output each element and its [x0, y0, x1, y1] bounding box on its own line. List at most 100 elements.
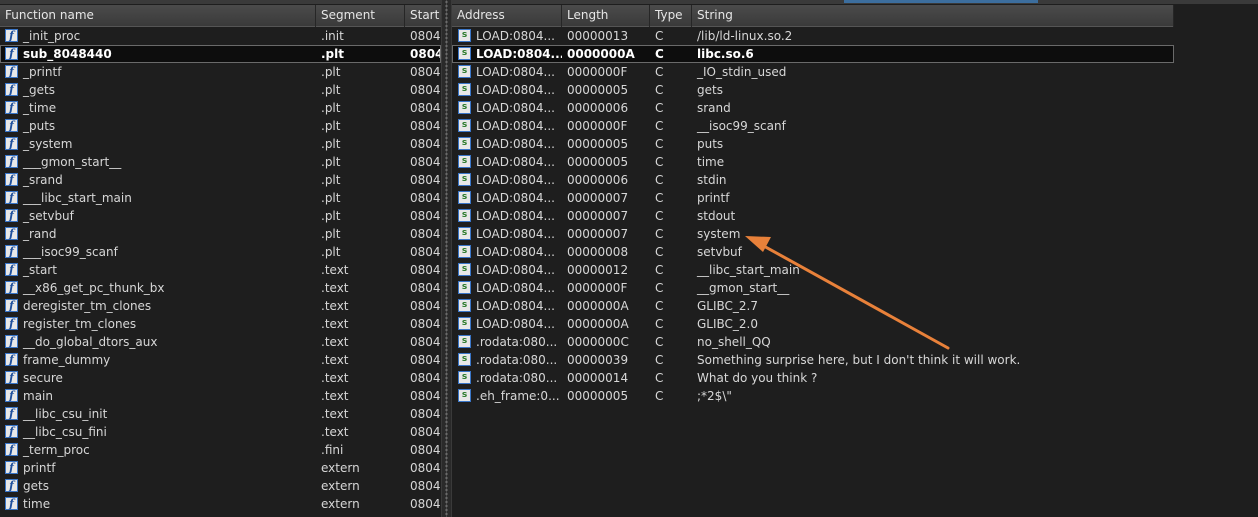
function-name-cell[interactable]: f ___libc_start_main [0, 189, 316, 207]
function-name-cell[interactable]: f _setvbuf [0, 207, 316, 225]
string-row[interactable]: s LOAD:0804... 00000006 Cstdin [452, 171, 1174, 189]
address-cell[interactable]: s LOAD:0804... [452, 135, 562, 153]
string-row[interactable]: s LOAD:0804... 00000007 Csystem [452, 225, 1174, 243]
function-row[interactable]: f __libc_csu_init .text 08048 [0, 405, 441, 423]
string-row[interactable]: s .rodata:080... 0000000C Cno_shell_QQ [452, 333, 1174, 351]
function-row[interactable]: f _rand .plt 08048 [0, 225, 441, 243]
address-cell[interactable]: s LOAD:0804... [452, 171, 562, 189]
address-cell[interactable]: s LOAD:0804... [452, 279, 562, 297]
string-row[interactable]: s LOAD:0804... 00000005 Cputs [452, 135, 1174, 153]
function-row[interactable]: f _system .plt 08048 [0, 135, 441, 153]
function-row[interactable]: fmain .text 08048 [0, 387, 441, 405]
address-cell[interactable]: s .rodata:080... [452, 351, 562, 369]
column-header-start[interactable]: Start [405, 5, 441, 27]
string-row[interactable]: s LOAD:0804... 0000000A C GLIBC_2.7 [452, 297, 1174, 315]
function-name-cell[interactable]: f deregister_tm_clones [0, 297, 316, 315]
function-name-cell[interactable]: f _puts [0, 117, 316, 135]
function-name-cell[interactable]: f _init_proc [0, 27, 316, 45]
string-row[interactable]: s LOAD:0804... 0000000A Clibc.so.6 [452, 45, 1174, 63]
function-name-cell[interactable]: f ___isoc99_scanf [0, 243, 316, 261]
string-row[interactable]: s LOAD:0804... 0000000A C GLIBC_2.0 [452, 315, 1174, 333]
string-row[interactable]: s .rodata:080... 00000014 C What do you thin… [452, 369, 1174, 387]
function-row[interactable]: f _init_proc .init 08048 [0, 27, 441, 45]
function-name-cell[interactable]: f sub_8048440 [0, 45, 316, 63]
string-row[interactable]: s LOAD:0804... 00000013 C/lib/ld-linux.so.2 [452, 27, 1174, 45]
address-cell[interactable]: s LOAD:0804... [452, 117, 562, 135]
function-row[interactable]: f sub_8048440 .plt 08048 [0, 45, 441, 63]
function-row[interactable]: f gets extern 0804. [0, 477, 441, 495]
string-row[interactable]: s LOAD:0804... 00000005 Ctime [452, 153, 1174, 171]
function-row[interactable]: f __do_global_dtors_aux .text 08048 [0, 333, 441, 351]
function-row[interactable]: f printf extern 0804. [0, 459, 441, 477]
function-name-cell[interactable]: f time [0, 495, 316, 513]
function-name-cell[interactable]: f _term_proc [0, 441, 316, 459]
function-name-cell[interactable]: f _rand [0, 225, 316, 243]
function-row[interactable]: f deregister_tm_clones .text 08048 [0, 297, 441, 315]
address-cell[interactable]: s .rodata:080... [452, 333, 562, 351]
function-row[interactable]: f _term_proc .fini 08048 [0, 441, 441, 459]
address-cell[interactable]: s LOAD:0804... [452, 243, 562, 261]
column-header-address[interactable]: Address [452, 5, 562, 27]
address-cell[interactable]: s LOAD:0804... [452, 63, 562, 81]
address-cell[interactable]: s LOAD:0804... [452, 99, 562, 117]
string-row[interactable]: s LOAD:0804... 0000000F C _IO_stdin_used [452, 63, 1174, 81]
address-cell[interactable]: s LOAD:0804... [452, 153, 562, 171]
function-name-cell[interactable]: f main [0, 387, 316, 405]
address-cell[interactable]: s .rodata:080... [452, 369, 562, 387]
address-cell[interactable]: s LOAD:0804... [452, 81, 562, 99]
address-cell[interactable]: s LOAD:0804... [452, 207, 562, 225]
function-name-cell[interactable]: f register_tm_clones [0, 315, 316, 333]
function-name-cell[interactable]: f frame_dummy [0, 351, 316, 369]
function-row[interactable]: f register_tm_clones .text 08048 [0, 315, 441, 333]
function-name-cell[interactable]: f __x86_get_pc_thunk_bx [0, 279, 316, 297]
address-cell[interactable]: s LOAD:0804... [452, 45, 562, 63]
column-header-length[interactable]: Length [562, 5, 650, 27]
string-row[interactable]: s .eh_frame:0... 00000005 C ;*2$\" [452, 387, 1174, 405]
string-row[interactable]: s LOAD:0804... 00000007 Cstdout [452, 207, 1174, 225]
address-cell[interactable]: s LOAD:0804... [452, 297, 562, 315]
function-name-cell[interactable]: f _printf [0, 63, 316, 81]
function-row[interactable]: f _srand .plt 08048 [0, 171, 441, 189]
string-row[interactable]: s LOAD:0804... 00000006 Csrand [452, 99, 1174, 117]
function-row[interactable]: f __x86_get_pc_thunk_bx .text 08048 [0, 279, 441, 297]
function-row[interactable]: f _setvbuf .plt 08048 [0, 207, 441, 225]
function-row[interactable]: f _start .text 08048 [0, 261, 441, 279]
column-header-segment[interactable]: Segment [316, 5, 405, 27]
address-cell[interactable]: s LOAD:0804... [452, 225, 562, 243]
function-row[interactable]: f ___isoc99_scanf .plt 08048 [0, 243, 441, 261]
function-row[interactable]: f _gets .plt 08048 [0, 81, 441, 99]
function-name-cell[interactable]: f __do_global_dtors_aux [0, 333, 316, 351]
address-cell[interactable]: s LOAD:0804... [452, 27, 562, 45]
column-header-function-name[interactable]: Function name [0, 5, 316, 27]
function-row[interactable]: f time extern 0804. [0, 495, 441, 513]
function-name-cell[interactable]: f _start [0, 261, 316, 279]
address-cell[interactable]: s .eh_frame:0... [452, 387, 562, 405]
function-name-cell[interactable]: f printf [0, 459, 316, 477]
function-row[interactable]: f _printf .plt 08048 [0, 63, 441, 81]
function-name-cell[interactable]: f gets [0, 477, 316, 495]
string-row[interactable]: s LOAD:0804... 0000000F C __isoc99_scanf [452, 117, 1174, 135]
string-row[interactable]: s LOAD:0804... 00000008 Csetvbuf [452, 243, 1174, 261]
function-row[interactable]: f ___gmon_start__ .plt 08048 [0, 153, 441, 171]
function-name-cell[interactable]: f __libc_csu_fini [0, 423, 316, 441]
function-name-cell[interactable]: f ___gmon_start__ [0, 153, 316, 171]
address-cell[interactable]: s LOAD:0804... [452, 261, 562, 279]
function-name-cell[interactable]: f _system [0, 135, 316, 153]
pane-splitter[interactable] [441, 0, 452, 517]
column-header-type[interactable]: Type [650, 5, 692, 27]
function-name-cell[interactable]: f __libc_csu_init [0, 405, 316, 423]
function-row[interactable]: fsecure .text 08048 [0, 369, 441, 387]
string-row[interactable]: s .rodata:080... 00000039 C Something surpri… [452, 351, 1174, 369]
function-row[interactable]: f __libc_csu_fini .text 08048 [0, 423, 441, 441]
address-cell[interactable]: s LOAD:0804... [452, 189, 562, 207]
function-row[interactable]: f frame_dummy .text 08048 [0, 351, 441, 369]
function-name-cell[interactable]: f secure [0, 369, 316, 387]
column-header-string[interactable]: String [692, 5, 1174, 27]
string-row[interactable]: s LOAD:0804... 00000007 Cprintf [452, 189, 1174, 207]
function-name-cell[interactable]: f _time [0, 99, 316, 117]
string-row[interactable]: s LOAD:0804... 0000000F C __gmon_start__ [452, 279, 1174, 297]
function-row[interactable]: f _puts .plt 08048 [0, 117, 441, 135]
address-cell[interactable]: s LOAD:0804... [452, 315, 562, 333]
string-row[interactable]: s LOAD:0804... 00000012 C __libc_start_main [452, 261, 1174, 279]
function-name-cell[interactable]: f _srand [0, 171, 316, 189]
